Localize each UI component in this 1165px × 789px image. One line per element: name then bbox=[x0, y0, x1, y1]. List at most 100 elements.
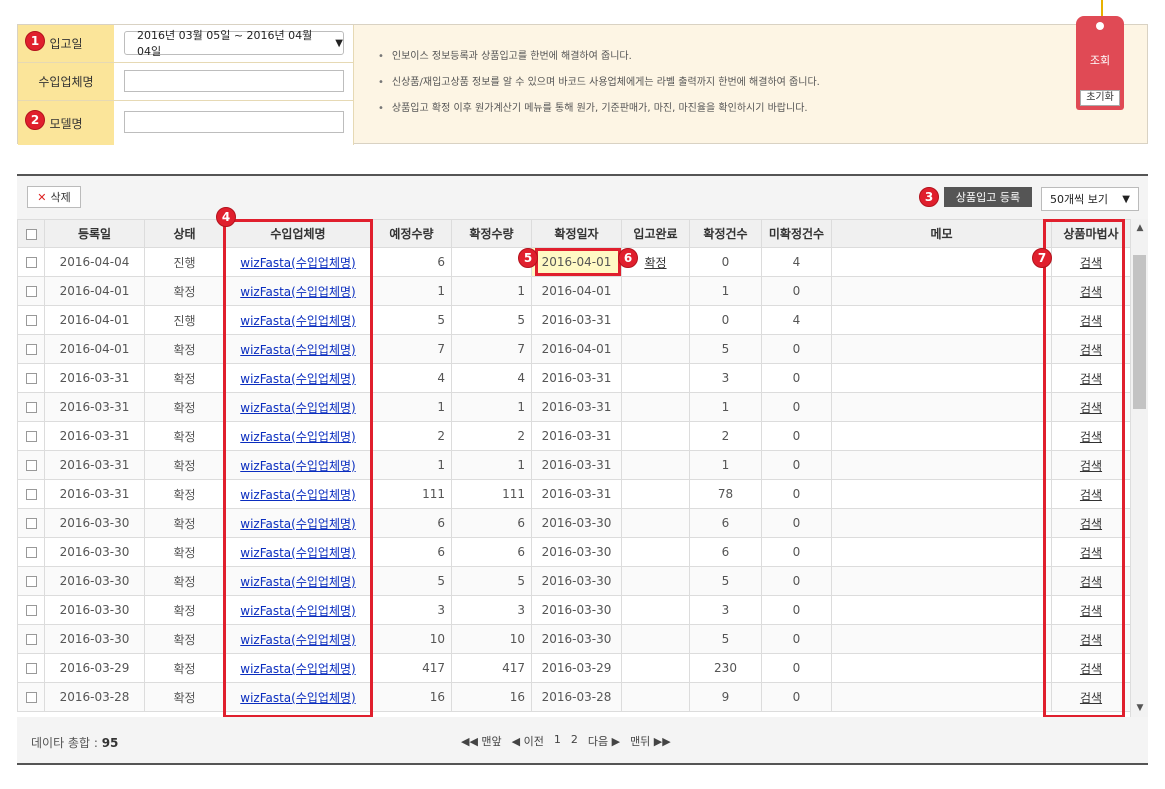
row-checkbox[interactable] bbox=[17, 334, 45, 364]
row-count-ok: 5 bbox=[689, 566, 762, 596]
row-planned: 1 bbox=[371, 450, 452, 480]
table-scrollbar[interactable]: ▲ ▼ bbox=[1130, 219, 1148, 717]
row-checkbox[interactable] bbox=[17, 508, 45, 538]
row-checkbox[interactable] bbox=[17, 479, 45, 509]
row-status: 확정 bbox=[144, 363, 225, 393]
row-date: 2016-04-01 bbox=[44, 276, 145, 306]
row-done bbox=[621, 363, 690, 393]
page-size-select[interactable]: 50개씩 보기 ▼ bbox=[1041, 187, 1139, 211]
row-confirmed: 417 bbox=[451, 653, 532, 683]
row-checkbox[interactable] bbox=[17, 450, 45, 480]
scroll-thumb[interactable] bbox=[1133, 255, 1146, 409]
row-planned: 1 bbox=[371, 392, 452, 422]
row-done bbox=[621, 450, 690, 480]
row-count-pending: 0 bbox=[761, 508, 832, 538]
row-checkbox[interactable] bbox=[17, 363, 45, 393]
row-planned: 1 bbox=[371, 276, 452, 306]
row-confirmed: 6 bbox=[451, 537, 532, 567]
row-confirmed: 3 bbox=[451, 595, 532, 625]
delete-button[interactable]: ✕ 삭제 bbox=[27, 186, 81, 208]
table-row: 2016-03-30 확정 wizFasta(수입업체명) 3 3 2016-03-30 3… bbox=[17, 595, 1130, 625]
row-confirmed: 5 bbox=[451, 566, 532, 596]
row-count-ok: 6 bbox=[689, 508, 762, 538]
page-last[interactable]: 맨뒤 ▶▶ bbox=[630, 733, 671, 749]
row-checkbox[interactable] bbox=[17, 392, 45, 422]
row-count-ok: 3 bbox=[689, 595, 762, 625]
row-confirmed: 1 bbox=[451, 450, 532, 480]
page-prev[interactable]: ◀ 이전 bbox=[512, 733, 544, 749]
row-planned: 4 bbox=[371, 363, 452, 393]
row-status: 확정 bbox=[144, 450, 225, 480]
row-confirmed: 7 bbox=[451, 334, 532, 364]
table-row: 2016-03-28 확정 wizFasta(수입업체명) 16 16 2016-03-2… bbox=[17, 682, 1130, 712]
row-checkbox[interactable] bbox=[17, 305, 45, 335]
row-confirmed: 111 bbox=[451, 479, 532, 509]
table-row: 2016-03-31 확정 wizFasta(수입업체명) 1 1 2016-03-31 1… bbox=[17, 450, 1130, 480]
info-list: 인보이스 정보등록과 상품입고를 한번에 해결하여 줍니다. 신상품/재입고상품… bbox=[378, 47, 820, 125]
table-row: 2016-03-31 확정 wizFasta(수입업체명) 1 1 2016-03-31 1… bbox=[17, 392, 1130, 422]
row-checkbox[interactable] bbox=[17, 421, 45, 451]
row-confirmed: 4 bbox=[451, 363, 532, 393]
row-confirm-date: 2016-03-31 bbox=[531, 479, 622, 509]
row-date: 2016-03-29 bbox=[44, 653, 145, 683]
table-row: 2016-04-01 확정 wizFasta(수입업체명) 7 7 2016-04-01 5… bbox=[17, 334, 1130, 364]
row-date: 2016-03-31 bbox=[44, 479, 145, 509]
page-number[interactable]: 1 bbox=[554, 733, 561, 749]
row-done bbox=[621, 305, 690, 335]
reset-button[interactable]: 초기화 bbox=[1080, 90, 1120, 106]
row-memo bbox=[831, 479, 1052, 509]
total-count: 데이타 총합 : 95 bbox=[31, 736, 119, 750]
row-planned: 417 bbox=[371, 653, 452, 683]
date-range-select[interactable]: 2016년 03월 05일 ~ 2016년 04월 04일 ▼ bbox=[124, 29, 344, 58]
row-done bbox=[621, 624, 690, 654]
page-next[interactable]: 다음 ▶ bbox=[588, 733, 620, 749]
vendor-input[interactable] bbox=[124, 70, 344, 92]
row-planned: 6 bbox=[371, 508, 452, 538]
row-confirm-date: 2016-04-01 bbox=[531, 276, 622, 306]
row-done bbox=[621, 479, 690, 509]
close-icon: ✕ bbox=[37, 190, 47, 204]
pagination: ◀◀ 맨앞 ◀ 이전 1 2 다음 ▶ 맨뒤 ▶▶ bbox=[461, 733, 671, 749]
arrow-up-icon[interactable]: ▲ bbox=[1131, 219, 1149, 237]
row-checkbox[interactable] bbox=[17, 247, 45, 277]
model-input[interactable] bbox=[124, 111, 344, 133]
row-planned: 3 bbox=[371, 595, 452, 625]
col-date: 등록일 bbox=[44, 219, 145, 248]
caret-down-icon: ▼ bbox=[1122, 193, 1130, 205]
row-checkbox[interactable] bbox=[17, 682, 45, 712]
row-checkbox[interactable] bbox=[17, 566, 45, 596]
row-count-ok: 9 bbox=[689, 682, 762, 712]
badge-1: 1 bbox=[25, 31, 45, 51]
row-count-pending: 0 bbox=[761, 276, 832, 306]
row-count-pending: 0 bbox=[761, 479, 832, 509]
row-checkbox[interactable] bbox=[17, 595, 45, 625]
row-planned: 5 bbox=[371, 566, 452, 596]
arrow-down-icon[interactable]: ▼ bbox=[1131, 699, 1149, 717]
row-done bbox=[621, 537, 690, 567]
row-count-pending: 0 bbox=[761, 537, 832, 567]
row-checkbox[interactable] bbox=[17, 624, 45, 654]
row-count-pending: 0 bbox=[761, 421, 832, 451]
col-status: 상태 bbox=[144, 219, 225, 248]
row-memo bbox=[831, 276, 1052, 306]
select-all-checkbox[interactable] bbox=[17, 219, 45, 248]
row-planned: 7 bbox=[371, 334, 452, 364]
row-confirm-date: 2016-04-01 bbox=[531, 334, 622, 364]
page-first[interactable]: ◀◀ 맨앞 bbox=[461, 733, 502, 749]
row-checkbox[interactable] bbox=[17, 276, 45, 306]
row-count-pending: 0 bbox=[761, 624, 832, 654]
row-done-link[interactable]: 확정 bbox=[644, 256, 666, 270]
row-count-ok: 5 bbox=[689, 624, 762, 654]
table-header: 등록일 상태 수입업체명 예정수량 확정수량 확정일자 입고완료 확정건수 미확… bbox=[17, 219, 1130, 248]
row-done bbox=[621, 508, 690, 538]
row-checkbox[interactable] bbox=[17, 653, 45, 683]
register-button[interactable]: 상품입고 등록 bbox=[944, 187, 1032, 207]
row-planned: 6 bbox=[371, 247, 452, 277]
page-number[interactable]: 2 bbox=[571, 733, 578, 749]
row-memo bbox=[831, 566, 1052, 596]
row-checkbox[interactable] bbox=[17, 537, 45, 567]
search-tag[interactable]: 조회 초기화 bbox=[1076, 16, 1124, 110]
search-button[interactable]: 조회 bbox=[1076, 52, 1124, 68]
row-count-pending: 4 bbox=[761, 305, 832, 335]
row-status: 확정 bbox=[144, 392, 225, 422]
